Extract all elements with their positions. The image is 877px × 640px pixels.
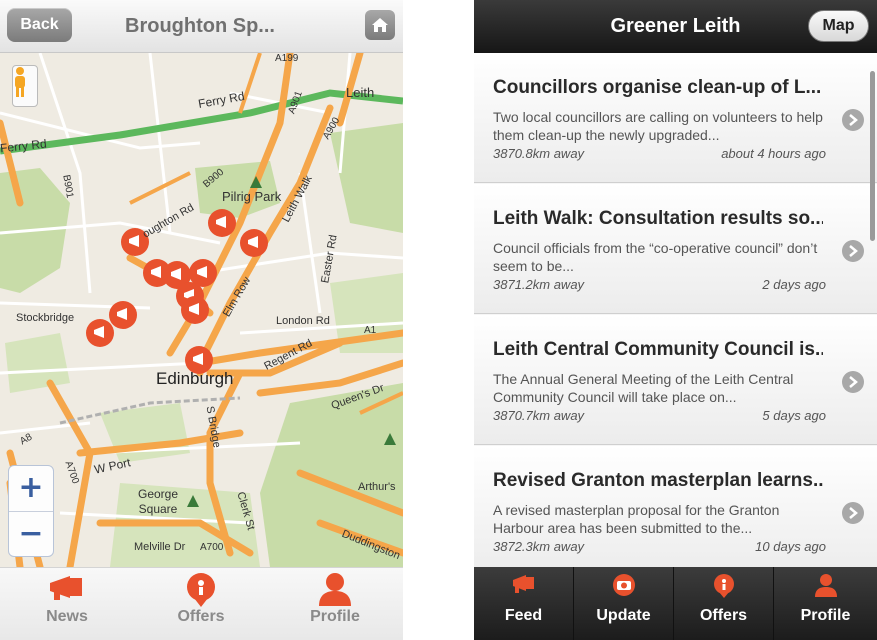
list-item[interactable]: Councillors organise clean-up of L... Tw… (474, 53, 877, 183)
tab-update-label: Update (596, 607, 651, 624)
map-label-edinburgh: Edinburgh (156, 369, 234, 388)
tab-profile-label: Profile (800, 607, 851, 624)
list-item[interactable]: Leith Central Community Council is... Th… (474, 315, 877, 445)
tab-profile[interactable]: Profile (774, 567, 877, 640)
map-label-a1: A1 (364, 325, 377, 336)
zoom-in-button[interactable]: + (9, 466, 53, 512)
news-list[interactable]: Councillors organise clean-up of L... Tw… (474, 53, 877, 567)
map-label-melville-dr: Melville Dr (134, 541, 186, 553)
back-button[interactable]: Back (7, 8, 72, 42)
item-title: Revised Granton masterplan learns... (493, 470, 823, 491)
item-distance: 3871.2km away (493, 277, 585, 292)
map-label-george-square: George Square (138, 487, 179, 516)
tab-offers-label: Offers (699, 607, 748, 624)
item-description: The Annual General Meeting of the Leith … (493, 371, 794, 405)
item-timestamp: 10 days ago (755, 539, 826, 554)
map-screen: Back Broughton Sp... Leith Ferry Rd Ferr… (0, 0, 403, 640)
home-icon (372, 18, 388, 32)
chevron-right-icon[interactable] (842, 240, 864, 262)
map-label-a700-south: A700 (200, 542, 224, 553)
map-label-a199: A199 (275, 53, 299, 64)
tab-offers-label: Offers (177, 608, 225, 625)
bottom-tab-bar: News Offers Profile (0, 567, 403, 640)
zoom-control: + − (8, 465, 54, 557)
tab-profile-label: Profile (310, 608, 360, 625)
tab-offers[interactable]: Offers (134, 568, 268, 640)
item-description: A revised masterplan proposal for the Gr… (493, 502, 780, 536)
zoom-out-button[interactable]: − (9, 512, 53, 556)
tab-offers[interactable]: Offers (674, 567, 774, 640)
offer-badge-icon (713, 574, 734, 598)
item-description: Council officials from the “co-operative… (493, 240, 818, 274)
map-label-london-rd: London Rd (276, 315, 330, 327)
list-item[interactable]: Leith Walk: Consultation results so... C… (474, 184, 877, 314)
item-distance: 3870.7km away (493, 408, 585, 423)
home-button[interactable] (365, 10, 395, 40)
list-item[interactable]: Revised Granton masterplan learns... A r… (474, 446, 877, 567)
item-description: Two local councillors are calling on vol… (493, 109, 823, 143)
map-view[interactable]: Leith Ferry Rd Ferry Rd B901 B900 A901 A… (0, 53, 403, 567)
person-icon (319, 573, 351, 606)
tab-news[interactable]: News (0, 568, 134, 640)
map-label-stockbridge: Stockbridge (16, 312, 75, 324)
item-title: Leith Central Community Council is... (493, 339, 823, 360)
tab-feed[interactable]: Feed (474, 567, 574, 640)
map-header: Back Broughton Sp... (0, 0, 403, 53)
person-icon (814, 574, 837, 597)
megaphone-icon (512, 575, 534, 593)
screenshot: Back Broughton Sp... Leith Ferry Rd Ferr… (0, 0, 877, 640)
bottom-tab-bar: Feed Update Offers Profile (474, 567, 877, 640)
item-title: Councillors organise clean-up of L... (493, 77, 822, 98)
tab-news-label: News (46, 608, 88, 625)
offer-badge-icon (187, 573, 215, 607)
feed-screen: Greener Leith Map Councillors organise c… (474, 0, 877, 640)
item-title: Leith Walk: Consultation results so... (493, 208, 823, 229)
camera-icon (612, 574, 635, 596)
item-distance: 3870.8km away (493, 146, 585, 161)
tab-feed-label: Feed (504, 607, 543, 624)
map-canvas (0, 53, 403, 567)
scrollbar[interactable] (870, 71, 875, 241)
map-label-leith: Leith (346, 85, 375, 100)
street-view-button[interactable] (12, 65, 38, 107)
chevron-right-icon[interactable] (842, 109, 864, 131)
item-timestamp: about 4 hours ago (721, 146, 826, 161)
pegman-icon (15, 67, 25, 97)
item-timestamp: 2 days ago (762, 277, 826, 292)
tab-profile[interactable]: Profile (268, 568, 402, 640)
page-title: Broughton Sp... (125, 15, 275, 37)
map-label-pilrig-park: Pilrig Park (222, 189, 282, 204)
feed-header: Greener Leith Map (474, 0, 877, 53)
tab-update[interactable]: Update (574, 567, 674, 640)
item-distance: 3872.3km away (493, 539, 585, 554)
map-button[interactable]: Map (808, 10, 869, 42)
map-label-arthurs-seat: Arthur's (358, 481, 396, 493)
item-timestamp: 5 days ago (762, 408, 826, 423)
chevron-right-icon[interactable] (842, 502, 864, 524)
chevron-right-icon[interactable] (842, 371, 864, 393)
megaphone-icon (50, 576, 82, 600)
